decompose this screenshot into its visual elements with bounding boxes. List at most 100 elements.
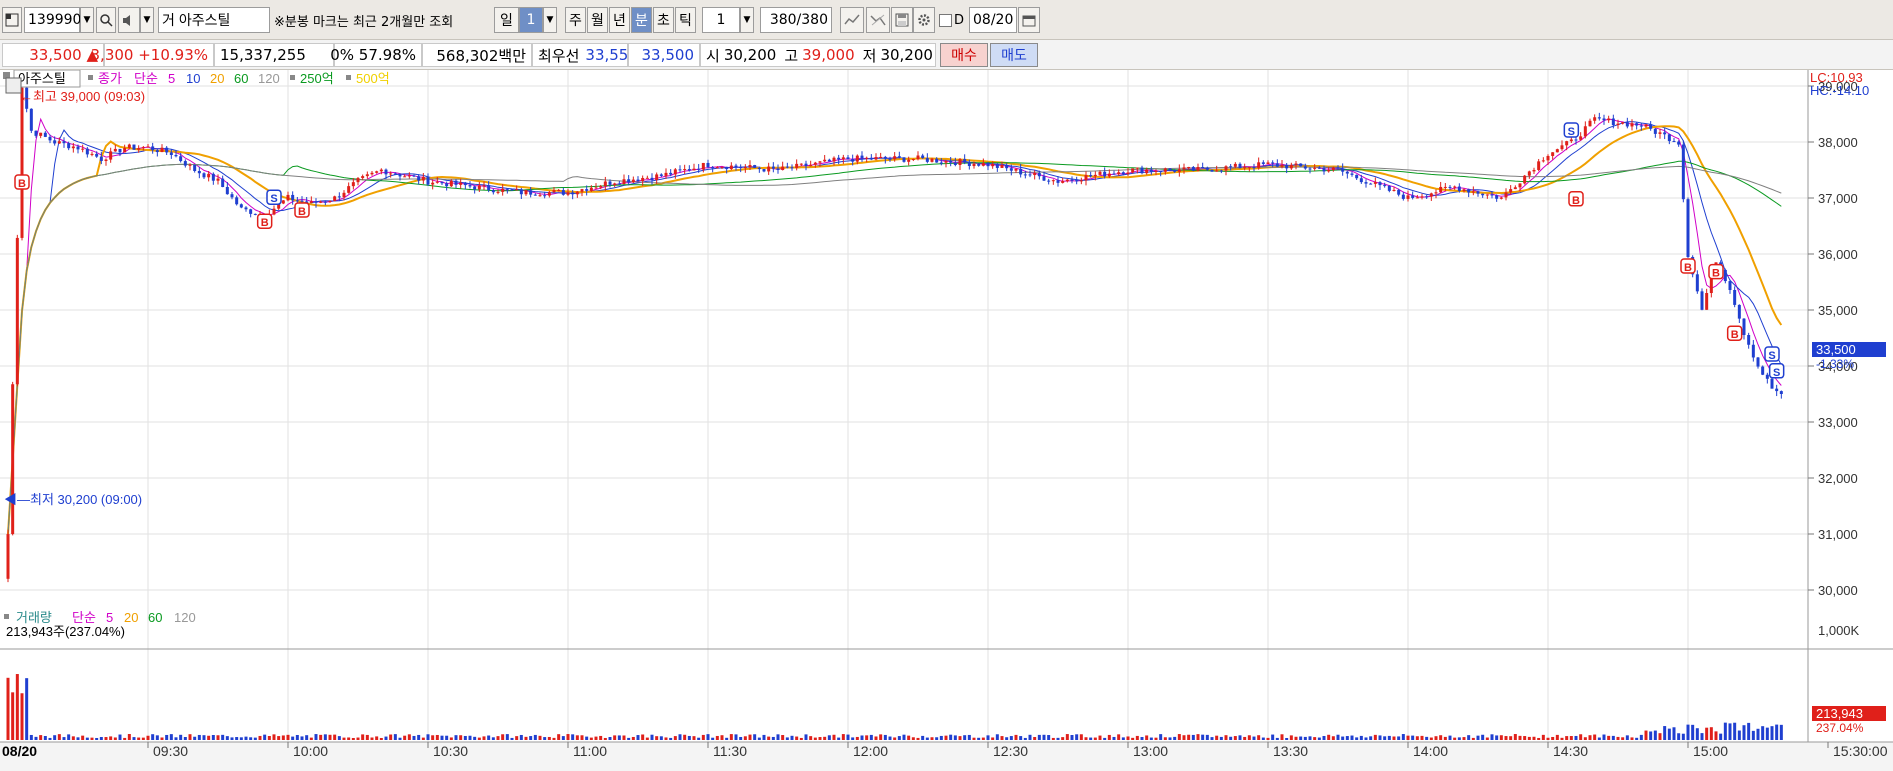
volume-bar	[1705, 727, 1709, 740]
buy-marker: B	[256, 213, 273, 229]
save-icon[interactable]	[891, 7, 913, 33]
candle-body	[435, 181, 439, 183]
code-input[interactable]: 139990	[24, 7, 81, 33]
candle-body	[67, 143, 71, 149]
candle-body	[193, 164, 197, 171]
volume-bar	[1770, 726, 1774, 740]
volume-bar	[762, 734, 766, 740]
volume-bar	[90, 737, 94, 740]
volume-bar	[1625, 735, 1629, 740]
code-dropdown-icon[interactable]: ▼	[80, 7, 94, 33]
volume-bar	[575, 735, 579, 740]
compare-icon[interactable]	[866, 7, 890, 33]
chart-tool-icon[interactable]	[840, 7, 864, 33]
gear-icon[interactable]	[913, 7, 935, 33]
volume-bar	[561, 736, 565, 740]
volume-bar	[295, 734, 299, 740]
candle-body	[986, 162, 990, 167]
volume-bar	[379, 737, 383, 740]
candle-body	[1378, 182, 1382, 186]
candle-body	[1163, 168, 1167, 172]
volume-bar	[487, 735, 491, 740]
candle-body	[911, 159, 915, 161]
period-dropdown-icon[interactable]: ▼	[543, 7, 557, 33]
layout-icon[interactable]	[2, 7, 22, 33]
candle-body	[99, 156, 103, 161]
price-chart[interactable]: 39,00038,00037,00036,00035,00034,00033,0…	[0, 70, 1893, 771]
candle-body	[972, 164, 976, 167]
volume-bar	[664, 737, 668, 740]
speaker-dropdown-icon[interactable]: ▼	[140, 7, 154, 33]
candle-body	[1523, 175, 1527, 184]
volume-bar	[930, 737, 934, 740]
open-label: 시	[706, 46, 720, 65]
legend-ma120: 120	[258, 71, 280, 86]
candle-body	[1135, 167, 1139, 169]
date-input[interactable]: 08/20	[969, 7, 1017, 33]
count-input[interactable]: 380 /380	[760, 7, 832, 33]
calendar-icon[interactable]	[1018, 7, 1040, 33]
volume-bar	[1140, 737, 1144, 740]
candle-body	[239, 204, 243, 208]
candle-body	[1621, 122, 1625, 124]
period-month-button[interactable]: 월	[587, 7, 608, 33]
volume-bar	[1695, 728, 1699, 740]
candle-body	[753, 165, 757, 168]
volume-bar	[865, 735, 869, 740]
candle-body	[566, 192, 570, 195]
candle-body	[613, 183, 617, 185]
period-week-button[interactable]: 주	[565, 7, 586, 33]
volume-bar	[1051, 737, 1055, 740]
candle-body	[473, 186, 477, 190]
volume-bar	[1191, 734, 1195, 740]
volume-bar	[1551, 736, 1555, 740]
period-num-button[interactable]: 1	[519, 7, 543, 33]
interval-dropdown-icon[interactable]: ▼	[740, 7, 754, 33]
high-label: 고	[784, 46, 799, 65]
grid-icon[interactable]	[5, 77, 22, 94]
candle-body	[1695, 274, 1699, 292]
compare-icon-svg	[870, 14, 886, 26]
buy-button[interactable]: 매수	[940, 43, 988, 67]
candle-body	[1448, 186, 1452, 188]
candle-body	[925, 158, 929, 162]
candle-body	[1070, 179, 1074, 181]
sell-button[interactable]: 매도	[990, 43, 1038, 67]
volume-bar	[1023, 737, 1027, 740]
period-minute-button[interactable]: 분	[631, 7, 652, 33]
speaker-icon[interactable]	[118, 7, 140, 33]
period-second-button[interactable]: 초	[653, 7, 674, 33]
d-checkbox[interactable]	[939, 13, 952, 27]
volume-bar	[62, 737, 66, 740]
buy-marker: B	[1726, 325, 1743, 341]
volume-bar	[795, 736, 799, 740]
notice-text: ※분봉 마크는 최근 2개월만 조회	[274, 14, 454, 30]
volume-bar	[1075, 734, 1079, 740]
low-value: 30,200	[880, 46, 933, 64]
search-icon[interactable]	[96, 7, 116, 33]
volume-bar	[356, 737, 360, 740]
interval-input[interactable]: 1	[702, 7, 740, 33]
high-annotation-text: 최고 39,000 (09:03)	[33, 89, 145, 104]
volume-bar	[1630, 737, 1634, 740]
volume-bar	[552, 737, 556, 740]
candle-body	[1434, 192, 1438, 194]
candle-body	[725, 166, 729, 170]
volume-bar	[1327, 734, 1331, 740]
volume-bar	[1691, 724, 1695, 740]
stock-name-box[interactable]: 거 아주스틸	[158, 7, 270, 33]
period-tick-button[interactable]: 틱	[675, 7, 696, 33]
candle-body	[846, 157, 850, 160]
candle-body	[977, 164, 981, 166]
candle-body	[1593, 117, 1597, 121]
period-year-button[interactable]: 년	[609, 7, 630, 33]
period-day-button[interactable]: 일	[494, 7, 519, 33]
candle-body	[482, 185, 486, 187]
candle-body	[1131, 168, 1135, 173]
candle-body	[631, 179, 635, 183]
ma120-line	[7, 163, 1782, 535]
volume-bar	[608, 737, 612, 740]
candle-body	[1681, 144, 1685, 200]
candle-body	[1182, 167, 1186, 170]
candle-body	[1369, 183, 1373, 185]
